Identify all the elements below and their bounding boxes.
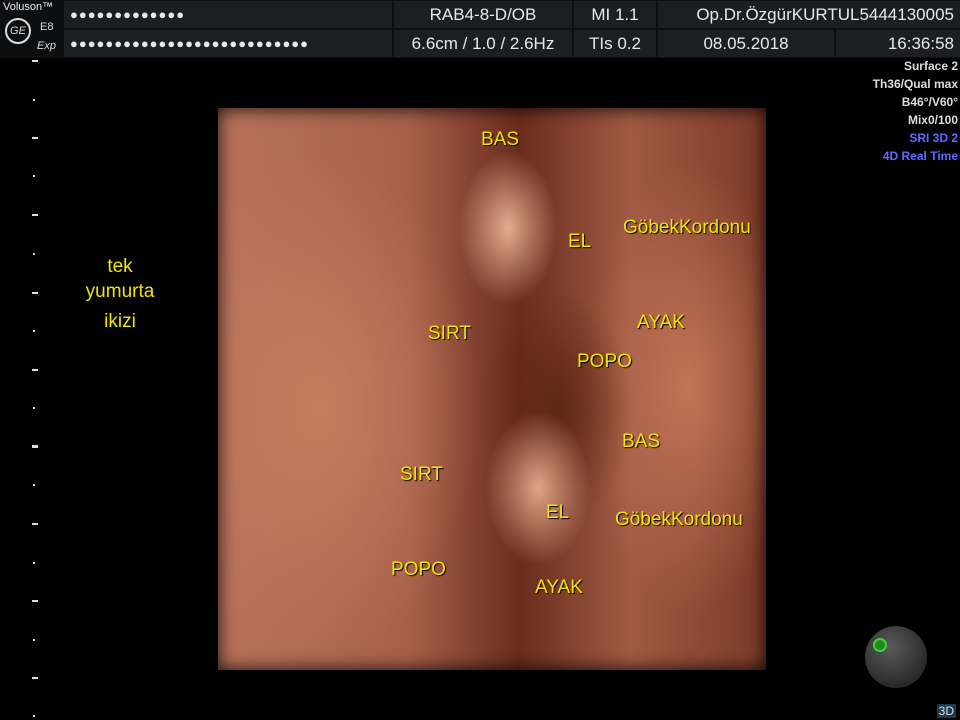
scale-tick — [33, 639, 35, 641]
annotation-gobek-kordonu: GöbekKordonu — [623, 217, 751, 238]
header-bar: Voluson™ GE E8 Exp ●●●●●●●●●●●●● ●●●●●●●… — [0, 0, 960, 58]
scale-tick — [32, 445, 38, 448]
annotation-sirt: SIRT — [400, 464, 443, 485]
model-label: E8 — [40, 21, 54, 33]
probe-label: RAB4-8-D/OB — [394, 1, 572, 28]
exam-date: 08.05.2018 — [658, 30, 834, 57]
mechanical-index: MI 1.1 — [574, 1, 656, 28]
scale-tick — [32, 600, 38, 602]
scale-tick — [32, 677, 38, 679]
scale-tick — [32, 60, 38, 62]
brand-label: Voluson™ — [3, 1, 54, 13]
ge-logo-icon: GE — [5, 18, 31, 44]
scale-tick — [33, 330, 35, 332]
scale-tick — [32, 292, 38, 294]
operator-label: Op.Dr.ÖzgürKURTUL5444130005 — [658, 1, 960, 28]
brand-area: Voluson™ GE E8 Exp — [0, 0, 62, 58]
annotation-el: EL — [568, 231, 592, 252]
scale-tick — [33, 175, 35, 177]
twin-label-line1: tek — [107, 256, 133, 277]
twin-label-line3: ikizi — [104, 311, 136, 332]
thermal-index: TIs 0.2 — [574, 30, 656, 57]
patient-id: ●●●●●●●●●●●●●●●●●●●●●●●●●●● — [64, 30, 392, 57]
param-realtime: 4D Real Time — [882, 149, 958, 163]
annotation-gobek-kordonu: GöbekKordonu — [615, 509, 743, 530]
scale-tick — [33, 407, 35, 409]
annotation-el: EL — [546, 502, 570, 523]
mode-badge: 3D — [936, 704, 956, 718]
patient-name: ●●●●●●●●●●●●● — [64, 1, 392, 28]
scale-tick — [33, 562, 35, 564]
scale-tick — [33, 99, 35, 101]
param-angle: B46°/V60° — [901, 95, 958, 109]
param-surface: Surface 2 — [903, 59, 958, 73]
scale-tick — [32, 369, 38, 371]
scale-tick — [33, 484, 35, 486]
orientation-indicator-icon — [873, 638, 887, 652]
scale-tick — [32, 214, 38, 216]
scale-tick — [32, 137, 38, 139]
param-mix: Mix0/100 — [907, 113, 958, 127]
depth-frequency: 6.6cm / 1.0 / 2.6Hz — [394, 30, 572, 57]
annotation-sirt: SIRT — [428, 323, 471, 344]
annotation-bas: BAS — [622, 431, 661, 452]
scale-tick — [33, 253, 35, 255]
annotation-popo: POPO — [577, 351, 632, 372]
param-threshold: Th36/Qual max — [872, 77, 958, 91]
orientation-knob-icon[interactable] — [865, 626, 927, 688]
mode-label: Exp — [37, 40, 56, 52]
scale-tick — [32, 523, 38, 525]
ultrasound-3d-render — [218, 108, 766, 670]
scale-tick — [33, 715, 35, 717]
annotation-ayak: AYAK — [535, 577, 583, 598]
param-sri: SRI 3D 2 — [909, 131, 958, 145]
annotation-ayak: AYAK — [637, 312, 685, 333]
annotation-bas: BAS — [481, 129, 520, 150]
annotation-popo: POPO — [391, 559, 446, 580]
exam-time: 16:36:58 — [836, 30, 960, 57]
twin-label-line2: yumurta — [85, 281, 155, 302]
